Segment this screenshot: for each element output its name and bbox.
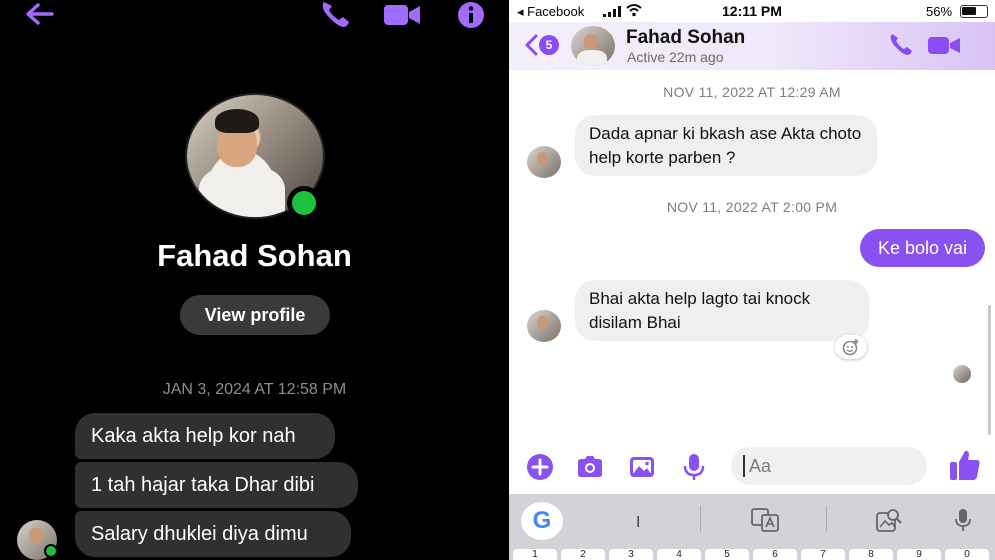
camera-icon[interactable] [575, 452, 605, 482]
add-reaction-button[interactable] [835, 335, 867, 359]
incoming-message[interactable]: Kaka akta help kor nah [75, 413, 335, 459]
back-arrow-icon[interactable] [22, 0, 58, 30]
message-input[interactable]: Aa [731, 447, 927, 485]
clock: 12:11 PM [722, 3, 782, 19]
plus-icon[interactable] [525, 452, 555, 482]
emoji-plus-icon [842, 339, 859, 356]
unread-count-badge[interactable]: 5 [539, 35, 559, 55]
view-profile-button[interactable]: View profile [180, 295, 330, 335]
back-chevron-icon[interactable] [523, 34, 539, 56]
contact-name: Fahad Sohan [157, 238, 352, 273]
keyboard-key[interactable]: 4 [657, 549, 701, 560]
keyboard-key[interactable]: 5 [705, 549, 749, 560]
phone-icon[interactable] [318, 0, 352, 30]
sender-avatar [527, 310, 561, 342]
chat-header: 5 Fahad Sohan Active 22m ago [509, 22, 995, 70]
video-camera-icon[interactable] [382, 2, 422, 28]
status-bar: ◂ Facebook 12:11 PM 56% [509, 0, 995, 22]
message-timestamp: JAN 3, 2024 AT 12:58 PM [162, 381, 347, 398]
keyboard-key[interactable]: 3 [609, 549, 653, 560]
voice-typing-icon[interactable] [954, 508, 972, 532]
battery-icon [960, 5, 988, 18]
video-camera-icon[interactable] [927, 34, 961, 56]
back-to-app-link[interactable]: ◂ Facebook [517, 4, 584, 20]
info-icon[interactable] [456, 0, 486, 30]
online-status-dot [44, 544, 58, 558]
message-composer: Aa [509, 440, 995, 494]
contact-avatar[interactable] [571, 26, 615, 66]
google-g-icon[interactable]: G [521, 502, 563, 540]
wifi-icon [626, 4, 642, 17]
seen-receipt-avatar [953, 365, 971, 383]
keyboard-key[interactable]: 0 [945, 549, 989, 560]
sender-avatar [527, 146, 561, 178]
signal-icon [603, 6, 621, 17]
translate-icon[interactable] [751, 508, 779, 532]
suggestion-cursor[interactable]: I [636, 514, 640, 532]
keyboard-key[interactable]: 2 [561, 549, 605, 560]
message-timestamp: NOV 11, 2022 AT 12:29 AM [663, 84, 841, 100]
left-conversation-screen: Fahad Sohan View profile JAN 3, 2024 AT … [0, 0, 509, 560]
thumbs-up-icon[interactable] [949, 448, 981, 482]
gallery-icon[interactable] [627, 452, 657, 482]
incoming-message[interactable]: Salary dhuklei diya dimu [75, 511, 351, 557]
scrollbar[interactable] [988, 305, 991, 435]
keyboard-key[interactable]: 9 [897, 549, 941, 560]
keyboard-key[interactable]: 8 [849, 549, 893, 560]
keyboard-key[interactable]: 1 [513, 549, 557, 560]
right-conversation-screen: ◂ Facebook 12:11 PM 56% 5 Fahad Sohan Ac… [509, 0, 995, 560]
phone-icon[interactable] [887, 32, 913, 58]
contact-name[interactable]: Fahad Sohan [626, 27, 745, 49]
microphone-icon[interactable] [679, 452, 709, 482]
message-timestamp: NOV 11, 2022 AT 2:00 PM [666, 199, 838, 215]
active-status: Active 22m ago [627, 49, 724, 65]
toolbar-divider [826, 506, 827, 532]
outgoing-message[interactable]: Ke bolo vai [860, 229, 985, 267]
text-caret [743, 455, 745, 477]
keyboard: G I 1 2 3 4 5 6 7 8 9 0 [509, 494, 995, 560]
online-status-dot [287, 186, 321, 220]
incoming-message[interactable]: Bhai akta help lagto tai knock disilam B… [575, 280, 869, 341]
message-input-placeholder: Aa [749, 456, 772, 476]
toolbar-divider [700, 506, 701, 532]
incoming-message[interactable]: Dada apnar ki bkash ase Akta choto help … [575, 115, 877, 176]
keyboard-key[interactable]: 6 [753, 549, 797, 560]
sticker-search-icon[interactable] [876, 508, 902, 532]
battery-percent: 56% [926, 4, 953, 19]
keyboard-key[interactable]: 7 [801, 549, 845, 560]
incoming-message[interactable]: 1 tah hajar taka Dhar dibi [75, 462, 358, 508]
